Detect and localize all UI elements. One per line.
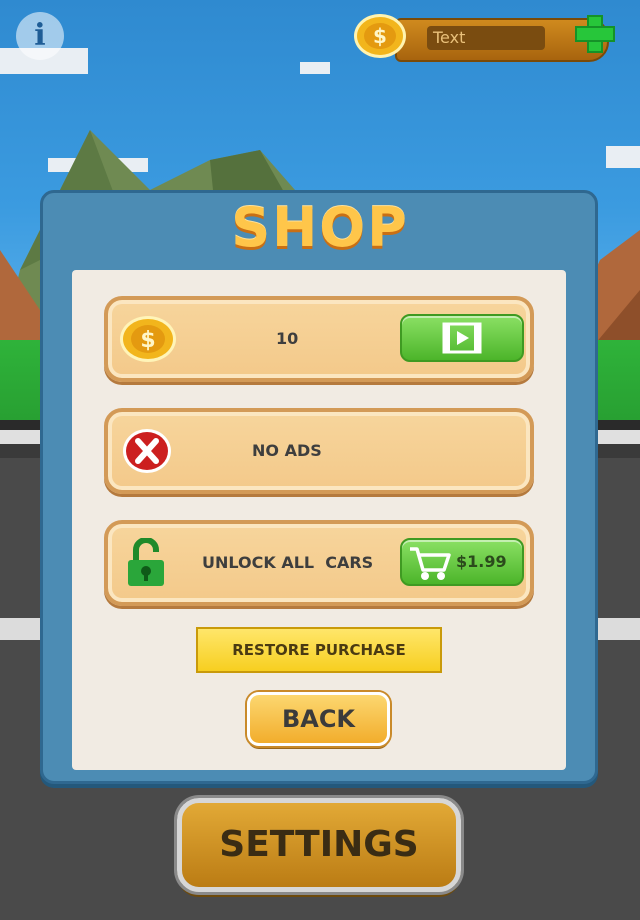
shop-item-unlock-cars: UNLOCK ALL CARS $1.99 — [104, 520, 534, 606]
back-button[interactable]: BACK — [247, 692, 390, 746]
info-button[interactable]: i — [16, 12, 64, 60]
add-coins-button[interactable] — [572, 14, 618, 54]
unlock-padlock-icon — [128, 538, 164, 586]
no-ads-label: NO ADS — [252, 441, 322, 460]
settings-button[interactable]: SETTINGS — [177, 798, 461, 892]
cloud — [300, 62, 330, 74]
shop-item-no-ads[interactable]: NO ADS — [104, 408, 534, 494]
shop-item-coins: $ 10 — [104, 296, 534, 382]
cart-icon — [410, 547, 451, 580]
video-play-icon — [442, 322, 482, 354]
coin-icon: $ — [120, 316, 176, 362]
svg-text:$: $ — [140, 328, 155, 353]
buy-unlock-cars-button[interactable]: $1.99 — [400, 538, 524, 586]
currency-text: Text — [427, 26, 545, 50]
info-icon: i — [34, 18, 46, 53]
restore-purchase-button[interactable]: RESTORE PURCHASE — [196, 627, 442, 673]
no-ads-x-icon — [123, 429, 171, 473]
coins-amount: 10 — [276, 329, 299, 348]
shop-title: SHOP — [231, 196, 409, 259]
watch-video-button[interactable] — [400, 314, 524, 362]
coin-icon: $ — [354, 14, 406, 58]
svg-text:$: $ — [373, 24, 387, 48]
unlock-cars-label: UNLOCK ALL CARS — [202, 553, 374, 572]
unlock-cars-price: $1.99 — [456, 552, 507, 571]
